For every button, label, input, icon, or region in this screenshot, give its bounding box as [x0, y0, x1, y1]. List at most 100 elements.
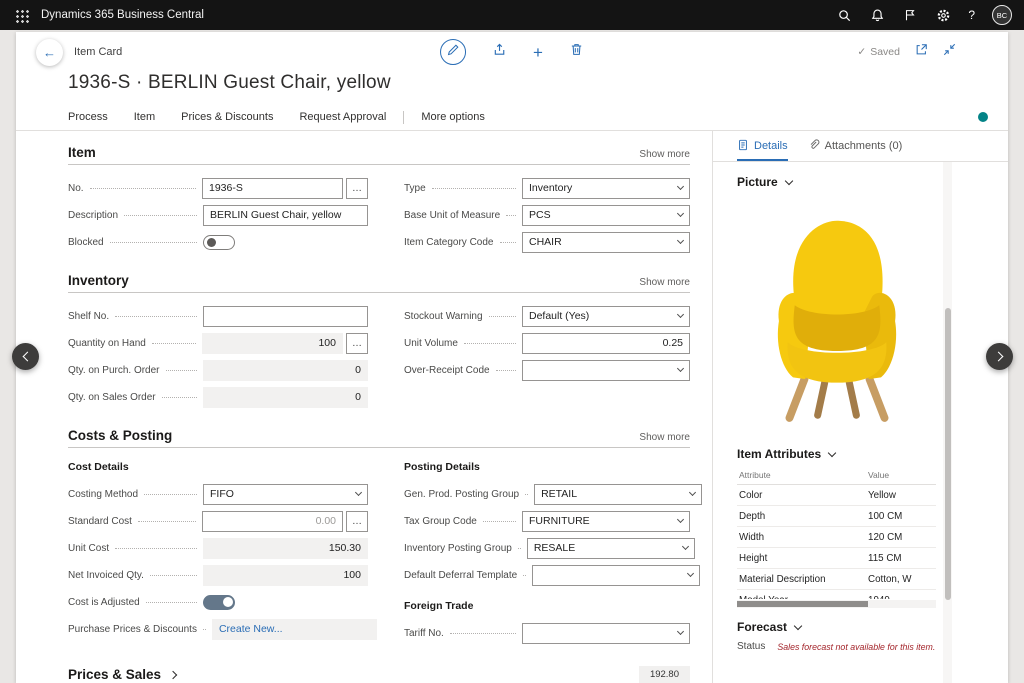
costing-method-select[interactable]: FIFO: [203, 484, 368, 505]
menu-item-item[interactable]: Item: [134, 111, 155, 123]
picture-title-text: Picture: [737, 175, 778, 189]
quantity-on-hand-field[interactable]: 100: [202, 333, 343, 354]
quantity-on-hand-assist-button[interactable]: …: [346, 333, 368, 354]
yellow-chair-image: [749, 209, 925, 427]
inventory-posting-group-select[interactable]: RESALE: [527, 538, 695, 559]
settings-gear-icon[interactable]: [935, 7, 951, 23]
item-category-select[interactable]: CHAIR: [522, 232, 690, 253]
shelf-no-input[interactable]: [203, 306, 368, 327]
inventory-show-more-link[interactable]: Show more: [639, 277, 690, 288]
description-input[interactable]: BERLIN Guest Chair, yellow: [203, 205, 368, 226]
blocked-toggle[interactable]: [203, 235, 235, 250]
info-icon[interactable]: [978, 112, 988, 122]
vertical-scrollbar-thumb[interactable]: [945, 308, 951, 600]
attribute-value: 100 CM: [866, 506, 936, 527]
next-record-button[interactable]: [986, 343, 1013, 370]
user-avatar[interactable]: BC: [992, 5, 1012, 25]
open-in-new-window-icon[interactable]: [915, 43, 928, 61]
type-select[interactable]: Inventory: [522, 178, 690, 199]
quantity-on-hand-label: Quantity on Hand: [68, 338, 146, 349]
collapse-page-icon[interactable]: [943, 43, 956, 61]
over-receipt-code-label: Over-Receipt Code: [404, 365, 490, 376]
item-attributes-section-title[interactable]: Item Attributes: [737, 447, 936, 461]
stockout-warning-select[interactable]: Default (Yes): [522, 306, 690, 327]
section-costs-title[interactable]: Costs & Posting: [68, 428, 172, 443]
item-show-more-link[interactable]: Show more: [639, 149, 690, 160]
standard-cost-assist-button[interactable]: …: [346, 511, 368, 532]
net-invoiced-qty-field[interactable]: 100: [203, 565, 368, 586]
no-input[interactable]: 1936-S: [202, 178, 343, 199]
gen-prod-posting-group-select[interactable]: RETAIL: [534, 484, 702, 505]
delete-button[interactable]: [569, 42, 584, 62]
horizontal-scrollbar-thumb[interactable]: [737, 601, 868, 607]
base-unit-of-measure-select[interactable]: PCS: [522, 205, 690, 226]
menu-item-more-options[interactable]: More options: [421, 111, 485, 123]
forecast-section-title[interactable]: Forecast: [737, 620, 936, 634]
tab-attachments[interactable]: Attachments (0): [808, 131, 903, 161]
breadcrumb[interactable]: Item Card: [74, 46, 122, 58]
attribute-row[interactable]: Depth 100 CM: [737, 506, 936, 527]
search-icon[interactable]: [836, 7, 852, 23]
menu-item-request-approval[interactable]: Request Approval: [299, 111, 386, 123]
share-icon[interactable]: [492, 42, 507, 62]
dotted-leader: [162, 397, 197, 398]
action-toolbar: +: [440, 39, 584, 65]
dotted-leader: [124, 215, 197, 216]
create-new-link[interactable]: Create New...: [219, 623, 283, 635]
tariff-no-select[interactable]: [522, 623, 690, 644]
prices-sales-title[interactable]: Prices & Sales: [68, 667, 176, 682]
attribute-row[interactable]: Material Description Cotton, W: [737, 569, 936, 590]
attribute-row[interactable]: Model Year 1949: [737, 590, 936, 600]
back-arrow-icon: ←: [43, 45, 56, 60]
costs-show-more-link[interactable]: Show more: [639, 432, 690, 443]
vertical-scrollbar[interactable]: [943, 162, 952, 683]
attribute-row[interactable]: Color Yellow: [737, 485, 936, 506]
notifications-bell-icon[interactable]: [869, 7, 885, 23]
default-deferral-template-select[interactable]: [532, 565, 700, 586]
costing-method-label: Costing Method: [68, 489, 138, 500]
attribute-value: Yellow: [866, 485, 936, 506]
attribute-name: Height: [737, 548, 866, 569]
standard-cost-input[interactable]: 0.00: [202, 511, 343, 532]
qty-purch-order-field[interactable]: 0: [203, 360, 368, 381]
qty-sales-order-field[interactable]: 0: [203, 387, 368, 408]
attribute-row[interactable]: Height 115 CM: [737, 548, 936, 569]
unit-cost-label: Unit Cost: [68, 543, 109, 554]
new-button[interactable]: +: [533, 44, 543, 61]
unit-volume-input[interactable]: 0.25: [522, 333, 690, 354]
section-prices-sales[interactable]: Prices & Sales 192.80: [68, 666, 690, 683]
details-icon: [737, 139, 749, 154]
flag-icon[interactable]: [902, 7, 918, 23]
prices-sales-summary-badge[interactable]: 192.80: [639, 666, 690, 683]
dotted-leader: [518, 548, 521, 549]
over-receipt-code-select[interactable]: [522, 360, 690, 381]
section-item-title[interactable]: Item: [68, 145, 96, 160]
horizontal-scrollbar[interactable]: [737, 600, 936, 608]
menu-item-prices-discounts[interactable]: Prices & Discounts: [181, 111, 273, 123]
picture-section-title[interactable]: Picture: [737, 175, 936, 189]
attribute-row[interactable]: Width 120 CM: [737, 527, 936, 548]
tax-group-code-select[interactable]: FURNITURE: [522, 511, 690, 532]
app-title[interactable]: Dynamics 365 Business Central: [41, 9, 204, 21]
unit-cost-field[interactable]: 150.30: [203, 538, 368, 559]
purchase-prices-discounts-field[interactable]: Create New...: [212, 619, 377, 640]
section-inventory-title[interactable]: Inventory: [68, 273, 129, 288]
help-icon[interactable]: ?: [968, 8, 975, 22]
dotted-leader: [506, 215, 516, 216]
chevron-right-icon: [169, 670, 177, 678]
chevron-down-icon: [784, 176, 792, 184]
dotted-leader: [138, 521, 196, 522]
no-assist-edit-button[interactable]: …: [346, 178, 368, 199]
dotted-leader: [496, 370, 516, 371]
dotted-leader: [146, 602, 197, 603]
purchase-prices-discounts-label: Purchase Prices & Discounts: [68, 624, 197, 635]
previous-record-button[interactable]: [12, 343, 39, 370]
menu-bar: Process Item Prices & Discounts Request …: [16, 104, 1008, 131]
tab-details[interactable]: Details: [737, 131, 788, 161]
app-launcher-icon[interactable]: [14, 8, 29, 23]
menu-item-process[interactable]: Process: [68, 111, 108, 123]
back-button[interactable]: ←: [36, 39, 63, 66]
edit-button[interactable]: [440, 39, 466, 65]
cost-is-adjusted-toggle[interactable]: [203, 595, 235, 610]
forecast-status-value: Sales forecast not available for this it…: [777, 642, 935, 652]
